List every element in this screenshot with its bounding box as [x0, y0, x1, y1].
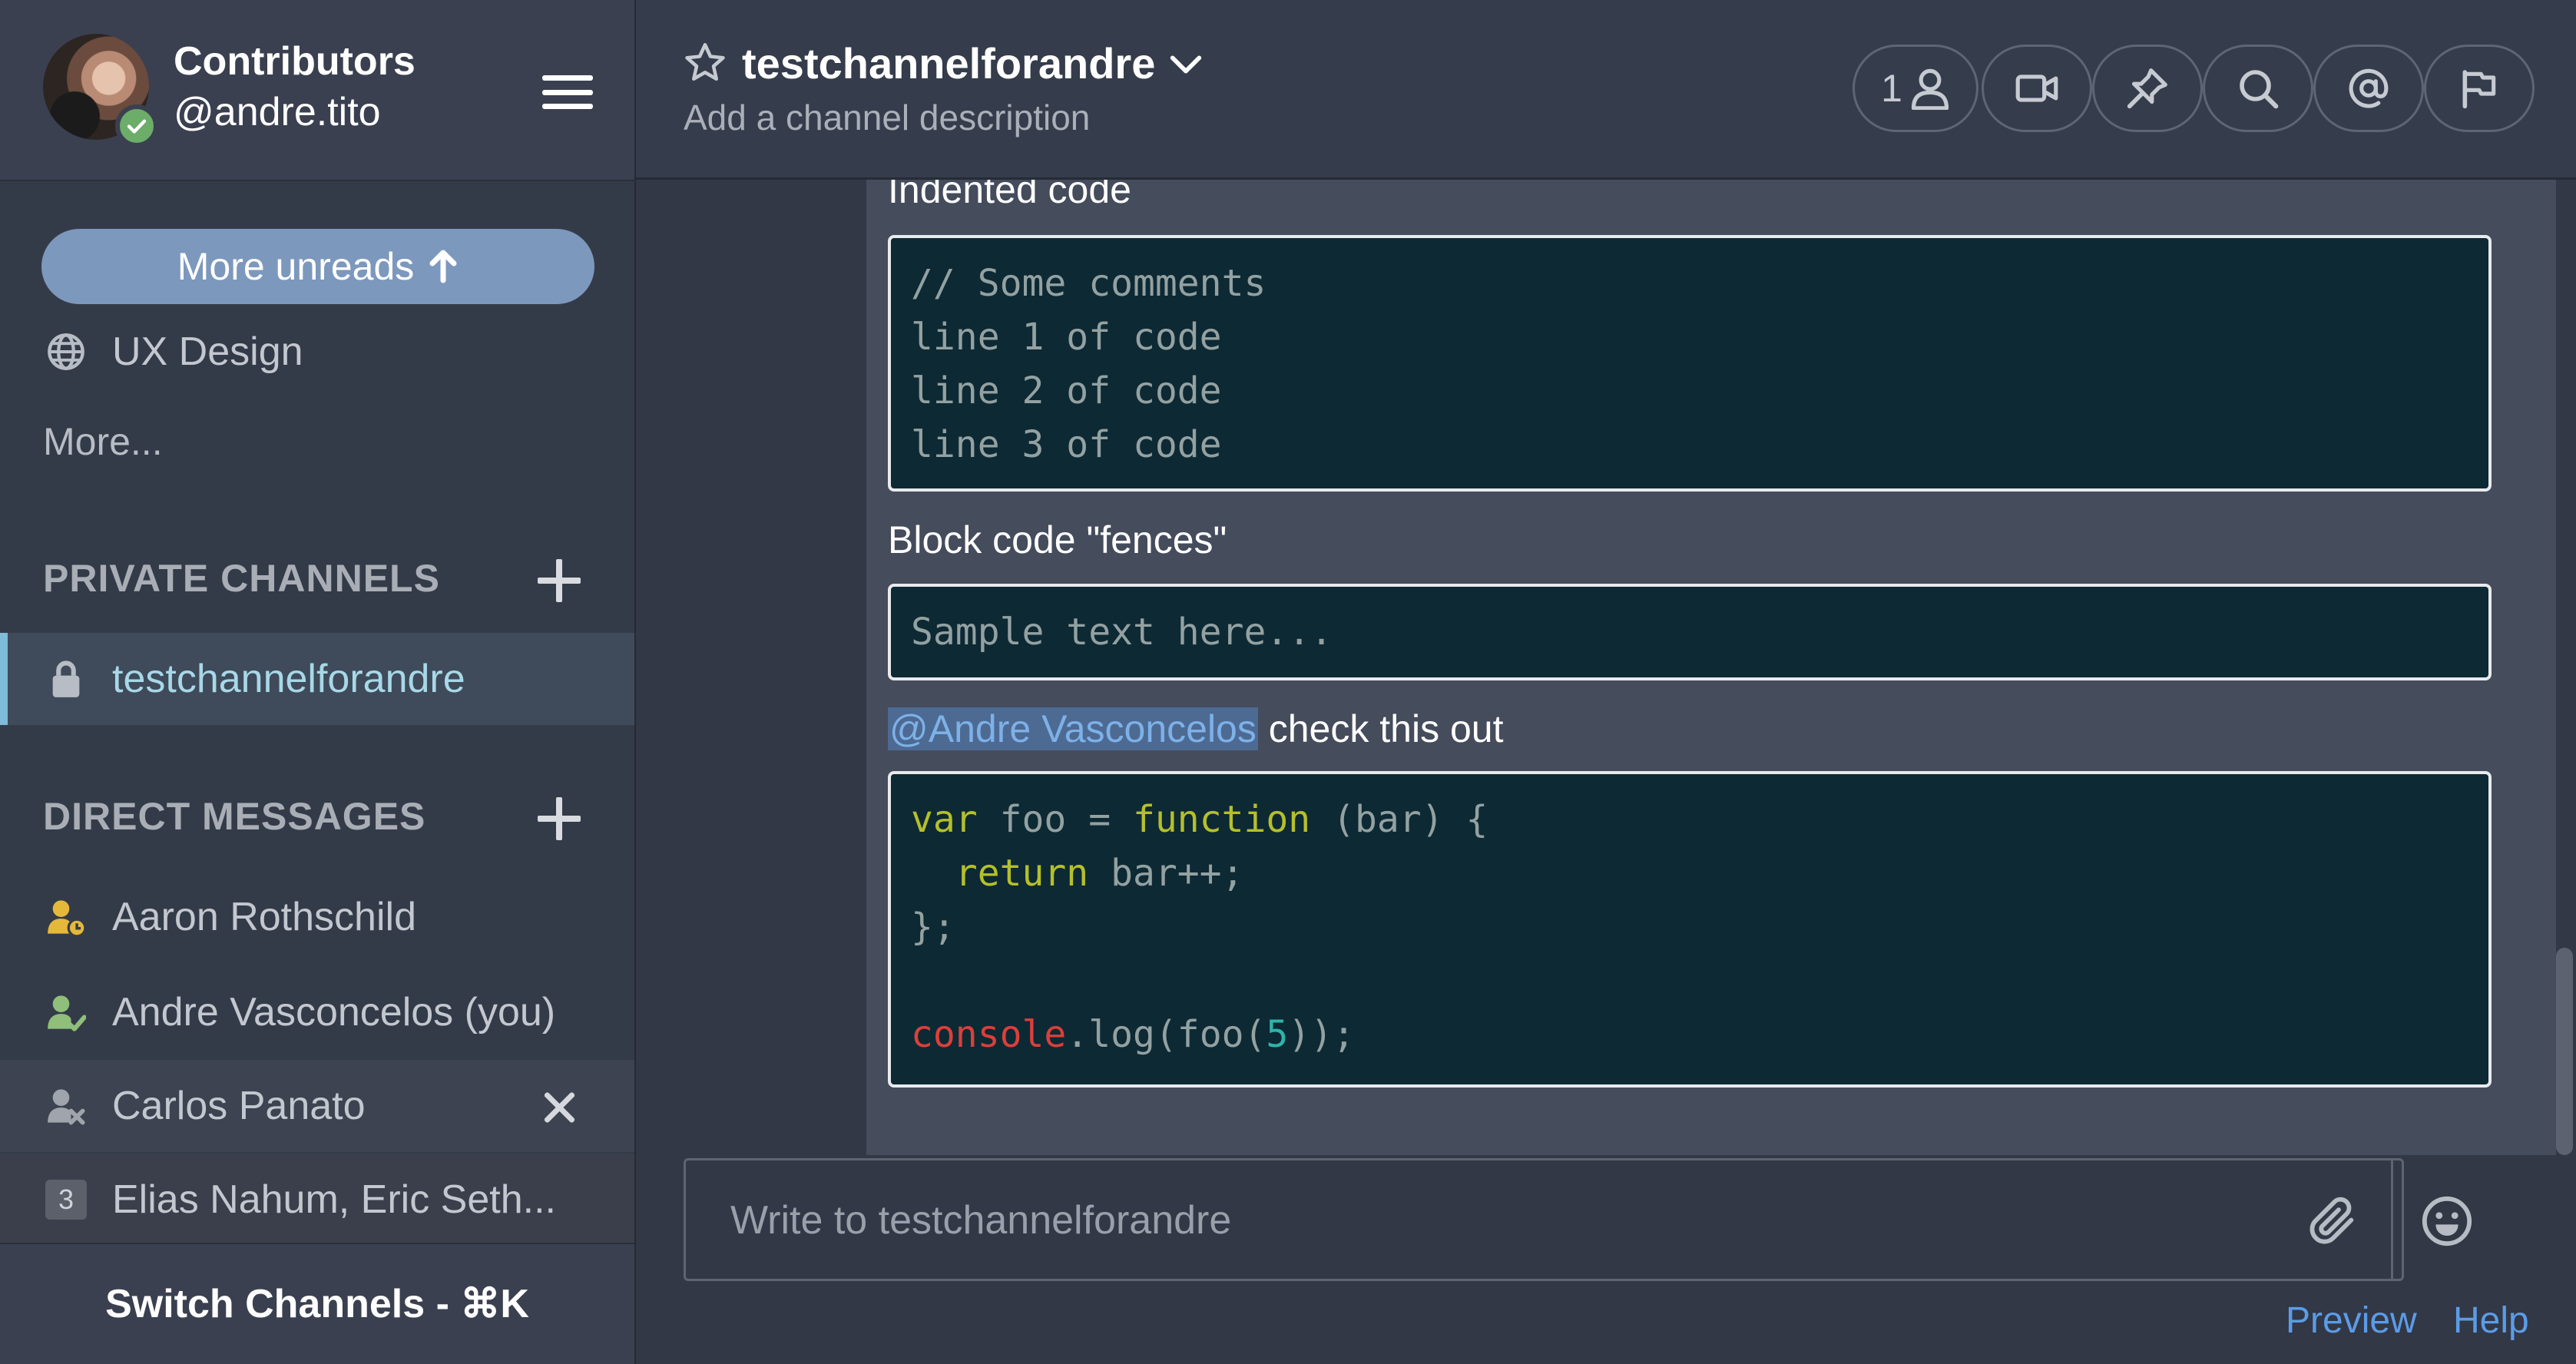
channel-header: testchannelforandre Add a channel descri… [636, 0, 2576, 180]
sidebar-item-label: Andre Vasconcelos (you) [112, 990, 556, 1035]
online-status-icon [115, 104, 158, 147]
main-area: testchannelforandre Add a channel descri… [636, 0, 2576, 1364]
star-icon[interactable] [682, 40, 728, 86]
input-divider [2391, 1160, 2393, 1279]
sidebar: Contributors @andre.tito More unreads UX… [0, 0, 636, 1364]
preview-link[interactable]: Preview [2286, 1299, 2417, 1342]
username: @andre.tito [174, 90, 381, 134]
mention-message: @Andre Vasconcelos check this out [888, 707, 1503, 751]
member-count: 1 [1881, 67, 1902, 110]
emoji-icon[interactable] [2420, 1194, 2474, 1248]
arrow-up-icon [429, 250, 457, 283]
pinned-posts-button[interactable] [2092, 45, 2203, 132]
sidebar-item-group-message[interactable]: 3 Elias Nahum, Eric Seth... [0, 1154, 634, 1246]
indented-code-label: Indented code [888, 180, 1131, 211]
indented-code-block: // Some comments line 1 of code line 2 o… [888, 235, 2492, 492]
fences-label: Block code "fences" [888, 518, 1227, 561]
at-icon [2349, 68, 2389, 108]
sidebar-header: Contributors @andre.tito [0, 0, 634, 181]
channel-description[interactable]: Add a channel description [684, 97, 1090, 138]
add-private-channel-icon[interactable] [538, 559, 581, 602]
offline-status-icon [45, 1084, 88, 1127]
member-list-button[interactable]: 1 [1853, 45, 1978, 132]
more-channels-link[interactable]: More... [43, 419, 163, 464]
more-unreads-label: More unreads [177, 245, 415, 288]
away-status-icon [45, 896, 88, 939]
flagged-posts-button[interactable] [2424, 45, 2535, 132]
pin-icon [2127, 68, 2167, 109]
sidebar-item-aaron-rothschild[interactable]: Aaron Rothschild [0, 871, 634, 963]
scrollbar-thumb[interactable] [2556, 948, 2573, 1155]
online-status-icon [45, 991, 88, 1034]
user-mention-link[interactable]: @Andre Vasconcelos [888, 707, 1258, 750]
direct-messages-title: DIRECT MESSAGES [43, 795, 426, 838]
channel-name[interactable]: testchannelforandre [742, 38, 1155, 88]
team-name[interactable]: Contributors [174, 38, 416, 84]
video-icon [2015, 74, 2058, 102]
hamburger-menu-icon[interactable] [542, 71, 593, 114]
sidebar-item-ux-design[interactable]: UX Design [0, 306, 634, 398]
add-direct-message-icon[interactable] [538, 797, 581, 840]
lock-icon [45, 657, 88, 700]
member-icon [1911, 68, 1949, 110]
sidebar-item-carlos-panato[interactable]: Carlos Panato [0, 1060, 634, 1152]
post-list: Indented code // Some comments line 1 of… [636, 180, 2576, 1155]
search-button[interactable] [2203, 45, 2313, 132]
help-link[interactable]: Help [2453, 1299, 2529, 1342]
sidebar-item-andre-vasconcelos[interactable]: Andre Vasconcelos (you) [0, 966, 634, 1058]
sidebar-item-label: testchannelforandre [112, 657, 465, 701]
mentions-button[interactable] [2313, 45, 2424, 132]
sidebar-item-label: Aaron Rothschild [112, 895, 416, 939]
sidebar-item-label: Elias Nahum, Eric Seth... [112, 1177, 556, 1222]
javascript-code-block: var foo = function (bar) { return bar++;… [888, 771, 2492, 1088]
sidebar-item-label: Carlos Panato [112, 1084, 366, 1128]
private-channels-title: PRIVATE CHANNELS [43, 557, 440, 600]
fences-code-block: Sample text here... [888, 584, 2492, 680]
paperclip-icon[interactable] [2306, 1194, 2360, 1248]
sidebar-item-testchannelforandre[interactable]: testchannelforandre [0, 633, 634, 725]
group-count: 3 [45, 1180, 87, 1220]
mention-message-text: check this out [1257, 707, 1504, 750]
video-call-button[interactable] [1982, 45, 2092, 132]
chevron-down-icon[interactable] [1166, 45, 1206, 84]
active-marker [0, 633, 8, 725]
globe-icon [45, 330, 88, 373]
sidebar-item-label: UX Design [112, 329, 303, 374]
message-input-box[interactable]: Write to testchannelforandre [684, 1158, 2472, 1281]
switch-channels-button[interactable]: Switch Channels - ⌘K [0, 1243, 634, 1364]
group-count-badge: 3 [45, 1178, 88, 1221]
search-icon [2240, 70, 2279, 109]
close-icon[interactable] [542, 1091, 576, 1124]
message-input[interactable]: Write to testchannelforandre [730, 1197, 1231, 1243]
more-unreads-button[interactable]: More unreads [41, 229, 594, 304]
flag-icon [2462, 70, 2496, 109]
